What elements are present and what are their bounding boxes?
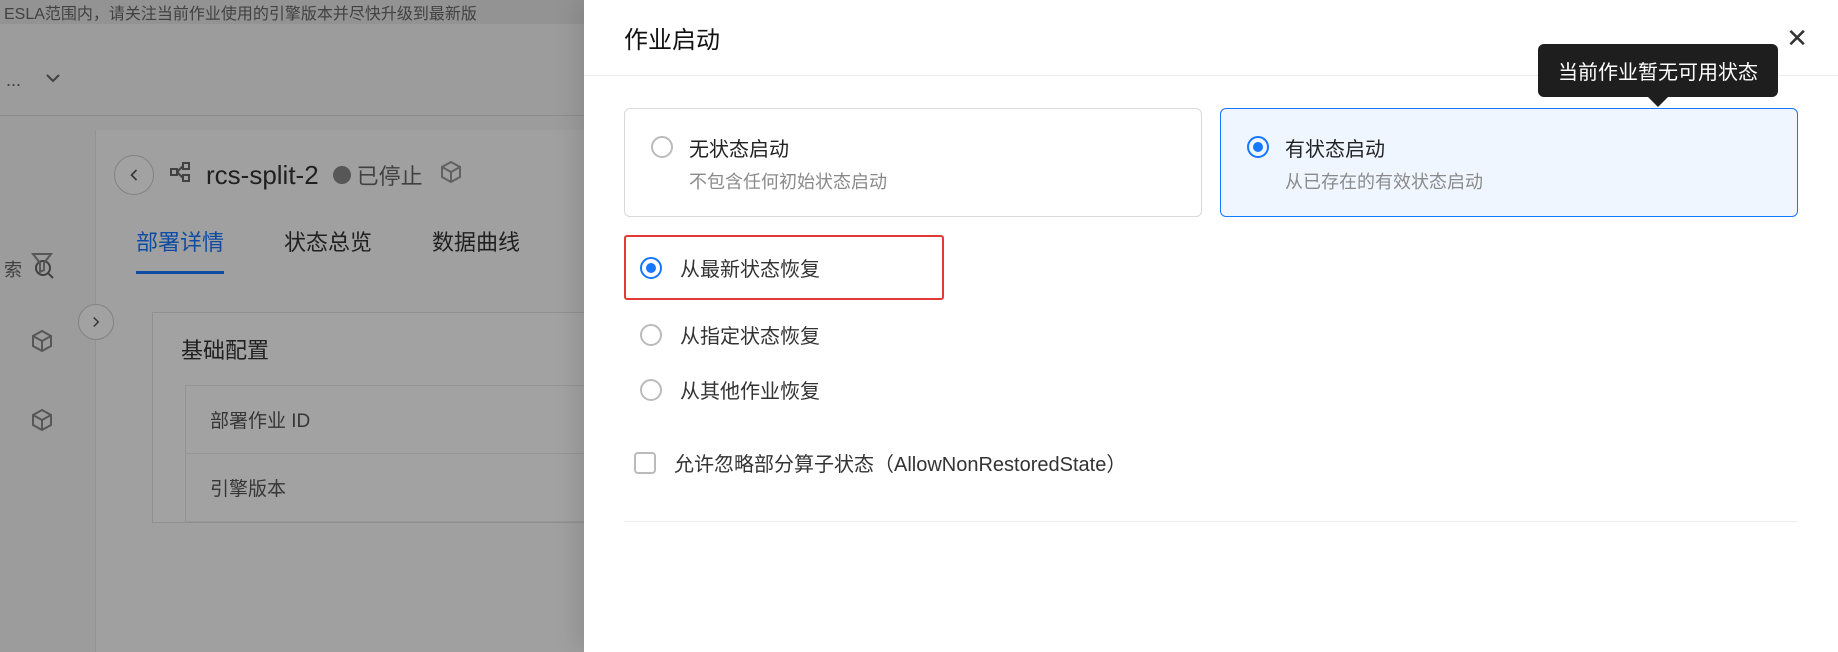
radio-icon [640, 379, 662, 401]
radio-icon [1247, 136, 1269, 158]
tab-data-curve[interactable]: 数据曲线 [432, 225, 520, 274]
filter-icon[interactable] [30, 250, 54, 274]
radio-icon [640, 257, 662, 279]
divider [624, 521, 1798, 522]
close-icon[interactable]: ✕ [1786, 25, 1808, 51]
tooltip-text: 当前作业暂无可用状态 [1558, 62, 1758, 84]
job-name: rcs-split-2 [206, 160, 319, 191]
radio-icon [640, 324, 662, 346]
cube-icon-2[interactable] [30, 408, 54, 432]
card-sub: 从已存在的有效状态启动 [1285, 168, 1483, 194]
start-mode-cards: 无状态启动 不包含任何初始状态启动 有状态启动 从已存在的有效状态启动 [624, 108, 1798, 217]
status-label: 已停止 [357, 159, 423, 191]
resource-icon[interactable] [439, 160, 463, 190]
chevron-down-icon[interactable] [41, 66, 65, 95]
start-job-drawer: 作业启动 ✕ 无状态启动 不包含任何初始状态启动 有状态启动 从已存在的有效状态… [584, 0, 1838, 652]
tab-state-overview[interactable]: 状态总览 [284, 225, 372, 274]
card-title: 有状态启动 [1285, 133, 1483, 162]
status-badge: 已停止 [333, 159, 423, 191]
breadcrumb: ... [0, 60, 65, 100]
recover-option-highlight: 从最新状态恢复 [624, 235, 944, 300]
checkbox-icon [634, 452, 656, 474]
radio-icon [651, 136, 673, 158]
recover-options-rest: 从指定状态恢复 从其他作业恢复 [634, 320, 1798, 404]
card-stateful-start[interactable]: 有状态启动 从已存在的有效状态启动 [1220, 108, 1798, 217]
back-button[interactable] [114, 155, 154, 195]
search-fragment: 索 [4, 256, 22, 282]
drawer-title: 作业启动 [624, 20, 720, 55]
sidebar-actions [30, 250, 54, 432]
option-recover-latest[interactable]: 从最新状态恢复 [640, 253, 928, 282]
expand-button[interactable] [78, 304, 114, 340]
card-sub: 不包含任何初始状态启动 [689, 168, 887, 194]
allow-non-restored-checkbox[interactable]: 允许忽略部分算子状态（AllowNonRestoredState） [634, 448, 1798, 477]
option-label: 从最新状态恢复 [680, 253, 820, 282]
tooltip-no-state: 当前作业暂无可用状态 [1538, 44, 1778, 97]
card-stateless-start[interactable]: 无状态启动 不包含任何初始状态启动 [624, 108, 1202, 217]
option-label: 从其他作业恢复 [680, 375, 820, 404]
option-label: 从指定状态恢复 [680, 320, 820, 349]
option-recover-other-job[interactable]: 从其他作业恢复 [640, 375, 1798, 404]
drawer-body: 无状态启动 不包含任何初始状态启动 有状态启动 从已存在的有效状态启动 从最新状… [584, 76, 1838, 554]
tab-deploy-details[interactable]: 部署详情 [136, 225, 224, 274]
breadcrumb-trail: ... [6, 70, 21, 91]
cube-icon[interactable] [30, 329, 54, 353]
option-recover-specified[interactable]: 从指定状态恢复 [640, 320, 1798, 349]
card-title: 无状态启动 [689, 133, 887, 162]
checkbox-label: 允许忽略部分算子状态（AllowNonRestoredState） [674, 448, 1126, 477]
workflow-icon [168, 160, 192, 190]
notice-text: ESLA范围内，请关注当前作业使用的引擎版本并尽快升级到最新版 [4, 6, 477, 23]
